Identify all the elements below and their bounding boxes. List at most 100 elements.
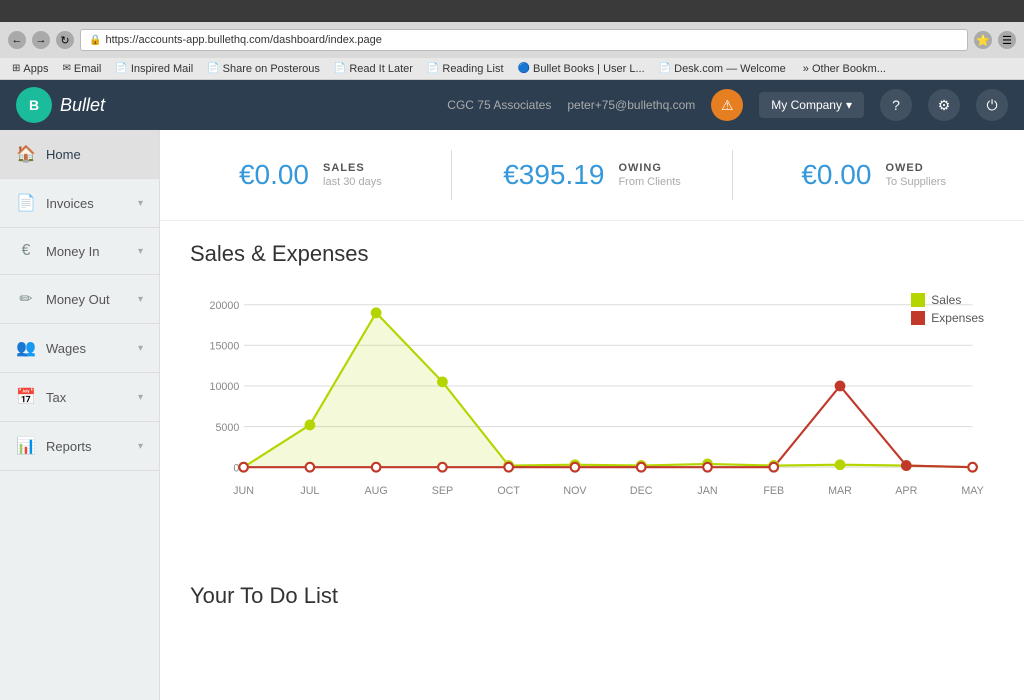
url-bar[interactable]: 🔒 https://accounts-app.bullethq.com/dash… [80, 29, 968, 51]
chevron-icon: ▾ [138, 343, 143, 354]
bookmark-label: Inspired Mail [131, 63, 193, 75]
svg-text:JAN: JAN [697, 485, 717, 497]
svg-text:5000: 5000 [215, 422, 239, 434]
svg-text:DEC: DEC [630, 485, 653, 497]
sidebar-item-invoices[interactable]: 📄 Invoices ▾ [0, 179, 159, 228]
svg-text:MAR: MAR [828, 485, 852, 497]
extensions-button[interactable]: ⭐ [974, 31, 992, 49]
stat-item-2: €0.00 OWED To Suppliers [753, 159, 994, 191]
sidebar-item-money-in[interactable]: € Money In ▾ [0, 228, 159, 275]
stat-sublabel-2: To Suppliers [885, 176, 946, 188]
logo-initial: B [29, 97, 39, 113]
browser-toolbar: ← → ↻ 🔒 https://accounts-app.bullethq.co… [0, 22, 1024, 58]
stats-bar: €0.00 SALES last 30 days €395.19 OWING F… [160, 130, 1024, 221]
sidebar-item-money-out[interactable]: ✏ Money Out ▾ [0, 275, 159, 324]
svg-text:APR: APR [895, 485, 917, 497]
refresh-button[interactable]: ↻ [56, 31, 74, 49]
svg-text:10000: 10000 [210, 381, 240, 393]
bookmark-label: Share on Posterous [223, 63, 320, 75]
app-container: B Bullet CGC 75 Associates peter+75@bull… [0, 80, 1024, 700]
stat-amount-2: €0.00 [801, 159, 871, 191]
logo: B Bullet [16, 87, 105, 123]
bookmark-icon: 📄 [207, 63, 219, 74]
bookmark-item[interactable]: 📄Inspired Mail [109, 61, 199, 77]
sidebar-item-wages[interactable]: 👥 Wages ▾ [0, 324, 159, 373]
bookmarks-bar: ⊞Apps✉Email📄Inspired Mail📄Share on Poste… [0, 58, 1024, 80]
stat-info-1: OWING From Clients [618, 162, 680, 188]
logo-icon: B [16, 87, 52, 123]
bookmark-label: » Other Bookm... [803, 63, 886, 75]
bookmark-icon: 🔵 [518, 63, 530, 74]
chart-legend: Sales Expenses [911, 293, 984, 325]
bookmark-item[interactable]: 📄 Share on Posterous [201, 61, 326, 77]
stat-amount-1: €395.19 [503, 159, 604, 191]
sidebar-label-money-in: Money In [46, 244, 128, 259]
svg-text:JUN: JUN [233, 485, 254, 497]
sidebar-item-home[interactable]: 🏠 Home [0, 130, 159, 179]
todo-section: Your To Do List [160, 563, 1024, 645]
sidebar-label-money-out: Money Out [46, 292, 128, 307]
chart-section: Sales & Expenses 05000100001500020000JUN… [160, 221, 1024, 563]
stat-item-1: €395.19 OWING From Clients [472, 159, 713, 191]
svg-text:NOV: NOV [563, 485, 587, 497]
company-dropdown-button[interactable]: My Company ▾ [759, 92, 864, 118]
bookmark-label: Email [74, 63, 102, 75]
chevron-icon: ▾ [138, 198, 143, 209]
sidebar-item-reports[interactable]: 📊 Reports ▾ [0, 422, 159, 471]
stat-amount-0: €0.00 [239, 159, 309, 191]
bookmark-item[interactable]: ✉ Email [56, 61, 107, 77]
back-button[interactable]: ← [8, 31, 26, 49]
logo-text: Bullet [60, 95, 105, 116]
bookmark-item[interactable]: 🔵Bullet Books | User L... [512, 61, 651, 77]
chevron-icon: ▾ [138, 246, 143, 257]
stat-sublabel-1: From Clients [618, 176, 680, 188]
stat-divider [732, 150, 733, 200]
sidebar-label-wages: Wages [46, 341, 128, 356]
user-email: peter+75@bullethq.com [567, 98, 695, 112]
sidebar-label-reports: Reports [46, 439, 128, 454]
bookmark-label: Reading List [442, 63, 503, 75]
svg-text:OCT: OCT [497, 485, 520, 497]
bookmark-item[interactable]: » Other Bookm... [794, 61, 892, 77]
legend-color [911, 311, 925, 325]
sidebar-label-home: Home [46, 147, 143, 162]
bookmark-icon: 📄 [427, 63, 439, 74]
sidebar-icon-money-out: ✏ [16, 289, 36, 309]
sidebar-item-tax[interactable]: 📅 Tax ▾ [0, 373, 159, 422]
power-button[interactable]: ⏻ [976, 89, 1008, 121]
bookmark-label: Read It Later [349, 63, 413, 75]
bookmark-item[interactable]: ⊞Apps [6, 61, 54, 77]
svg-text:AUG: AUG [365, 485, 388, 497]
top-nav: B Bullet CGC 75 Associates peter+75@bull… [0, 80, 1024, 130]
bookmark-item[interactable]: 📄Desk.com — Welcome [653, 61, 792, 77]
stat-label-2: OWED [885, 162, 946, 174]
settings-button[interactable]: ⚙ [928, 89, 960, 121]
svg-text:MAY: MAY [961, 485, 983, 497]
sidebar-icon-tax: 📅 [16, 387, 36, 407]
legend-label: Expenses [931, 311, 984, 325]
bookmark-icon: ✉ [62, 63, 70, 74]
bookmark-icon: 📄 [659, 63, 671, 74]
bookmark-item[interactable]: 📄Reading List [421, 61, 510, 77]
menu-button[interactable]: ☰ [998, 31, 1016, 49]
sidebar-icon-reports: 📊 [16, 436, 36, 456]
browser-title-bar [0, 0, 1024, 22]
stat-item-0: €0.00 SALES last 30 days [190, 159, 431, 191]
bookmark-item[interactable]: 📄Read It Later [328, 61, 419, 77]
warning-button[interactable]: ⚠ [711, 89, 743, 121]
stat-sublabel-0: last 30 days [323, 176, 382, 188]
svg-text:SEP: SEP [432, 485, 453, 497]
main-content: €0.00 SALES last 30 days €395.19 OWING F… [160, 130, 1024, 700]
todo-title: Your To Do List [190, 583, 994, 609]
stat-divider [451, 150, 452, 200]
stat-info-0: SALES last 30 days [323, 162, 382, 188]
chart-title: Sales & Expenses [190, 241, 994, 267]
forward-button[interactable]: → [32, 31, 50, 49]
legend-item: Sales [911, 293, 984, 307]
sidebar-icon-home: 🏠 [16, 144, 36, 164]
svg-text:15000: 15000 [210, 341, 240, 353]
legend-item: Expenses [911, 311, 984, 325]
stat-info-2: OWED To Suppliers [885, 162, 946, 188]
sales-chart: 05000100001500020000JUNJULAUGSEPOCTNOVDE… [190, 283, 994, 543]
help-button[interactable]: ? [880, 89, 912, 121]
